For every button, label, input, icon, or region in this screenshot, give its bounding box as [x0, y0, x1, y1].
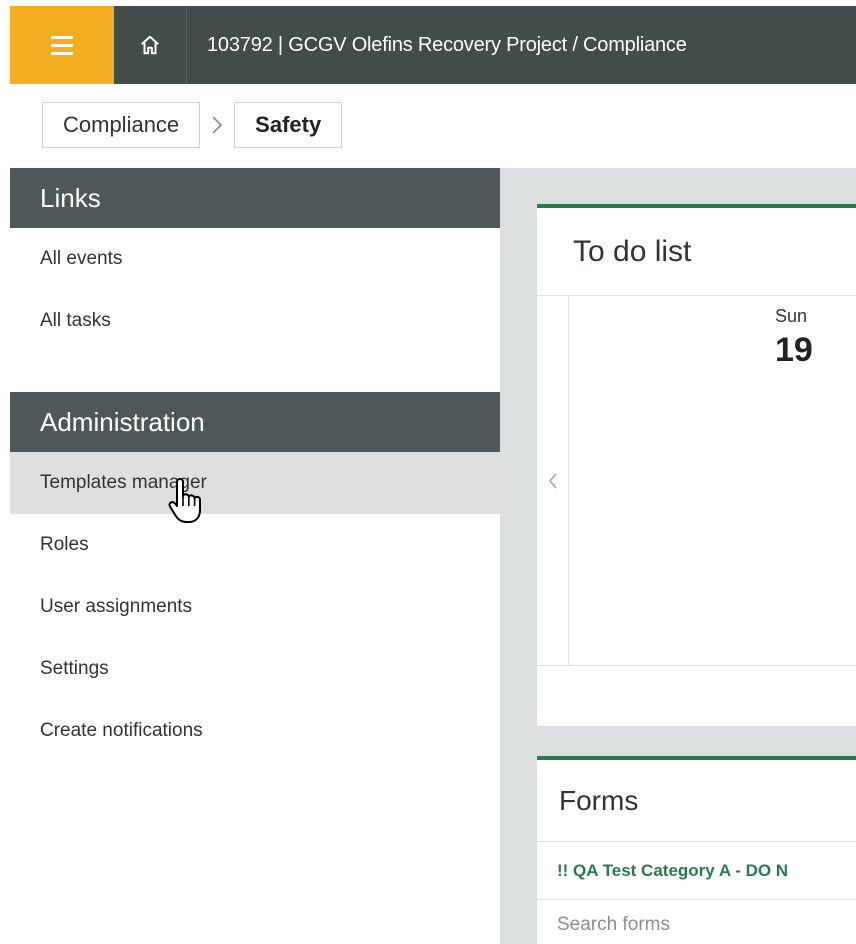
sidebar-item-settings[interactable]: Settings [10, 638, 500, 700]
sidebar-item-user-assignments[interactable]: User assignments [10, 576, 500, 638]
top-bar: 103792 | GCGV Olefins Recovery Project /… [10, 6, 856, 84]
home-button[interactable] [114, 6, 186, 84]
search-forms-input[interactable]: Search forms [537, 900, 856, 944]
home-icon [141, 35, 159, 55]
sidebar-item-templates-manager[interactable]: Templates manager [10, 452, 500, 514]
todo-card: To do list Sun 19 [537, 204, 856, 726]
hamburger-icon [51, 35, 73, 55]
administration-header: Administration [10, 392, 500, 452]
calendar: Sun 19 [537, 296, 856, 666]
calendar-prev-button[interactable] [537, 296, 569, 666]
chevron-right-icon [200, 115, 234, 135]
menu-button[interactable] [10, 6, 114, 84]
links-header: Links [10, 168, 500, 228]
sidebar-item-create-notifications[interactable]: Create notifications [10, 700, 500, 762]
day-of-week: Sun [775, 306, 808, 326]
day-number: 19 [775, 331, 813, 369]
sidebar: Links All events All tasks Administratio… [10, 168, 501, 944]
chevron-left-icon [548, 473, 557, 489]
calendar-day[interactable]: Sun 19 [775, 306, 813, 370]
breadcrumb: Compliance Safety [42, 102, 343, 148]
page-title: 103792 | GCGV Olefins Recovery Project /… [207, 33, 687, 56]
sidebar-item-all-events[interactable]: All events [10, 228, 500, 290]
sidebar-item-roles[interactable]: Roles [10, 514, 500, 576]
todo-title: To do list [537, 208, 856, 296]
main-content: To do list Sun 19 Forms !! QA Test Categ… [501, 168, 856, 944]
forms-card: Forms !! QA Test Category A - DO N Searc… [537, 756, 856, 944]
sidebar-item-all-tasks[interactable]: All tasks [10, 290, 500, 352]
breadcrumb-item-compliance[interactable]: Compliance [42, 102, 201, 148]
form-category-link[interactable]: !! QA Test Category A - DO N [537, 842, 856, 900]
breadcrumb-item-safety[interactable]: Safety [234, 102, 343, 148]
forms-title: Forms [537, 760, 856, 842]
